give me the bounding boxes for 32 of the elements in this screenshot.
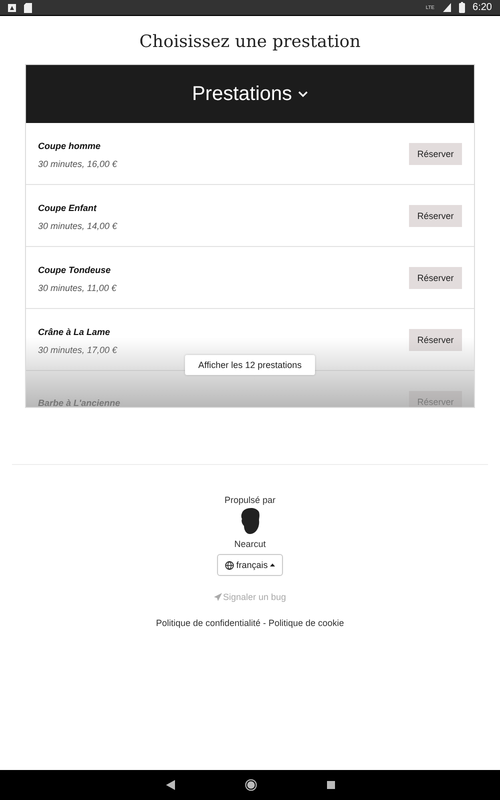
- language-selector[interactable]: français: [217, 554, 283, 576]
- service-name: Coupe homme: [38, 140, 101, 150]
- sd-card-icon: [24, 2, 32, 12]
- service-details: 30 minutes, 14,00 €: [38, 220, 118, 230]
- show-all-button[interactable]: Afficher les 12 prestations: [185, 355, 315, 375]
- book-button[interactable]: Réserver: [409, 266, 462, 288]
- service-details: 30 minutes, 16,00 €: [38, 158, 118, 168]
- clock: 6:20: [472, 2, 492, 13]
- back-icon[interactable]: [166, 780, 174, 790]
- service-name: Barbe à L'ancienne: [38, 398, 120, 407]
- book-button[interactable]: Réserver: [409, 142, 462, 164]
- service-name: Coupe Tondeuse: [38, 264, 111, 274]
- service-details: 30 minutes, 17,00 €: [38, 344, 118, 354]
- battery-icon: [458, 2, 465, 13]
- home-icon[interactable]: [244, 779, 256, 791]
- paper-plane-icon: [214, 593, 222, 601]
- book-button[interactable]: Réserver: [409, 328, 462, 350]
- chevron-icon: [298, 90, 308, 98]
- service-name: Crâne à La Lame: [38, 326, 110, 336]
- recents-icon[interactable]: [326, 781, 334, 789]
- book-button[interactable]: Réserver: [409, 204, 462, 226]
- caret-icon: [270, 563, 275, 567]
- notification-icon: [8, 4, 16, 12]
- services-dropdown[interactable]: Prestations: [26, 65, 474, 123]
- signal-icon: [442, 3, 451, 12]
- brand-name: Nearcut: [234, 539, 266, 549]
- service-details: 30 minutes, 11,00 €: [38, 282, 116, 292]
- powered-by-label: Propulsé par: [224, 495, 276, 505]
- page-title: Choisissez une prestation: [139, 32, 361, 52]
- policy-links[interactable]: Politique de confidentialité - Politique de cookie: [156, 618, 344, 628]
- globe-icon: [225, 560, 234, 570]
- service-name: Coupe Enfant: [38, 202, 96, 212]
